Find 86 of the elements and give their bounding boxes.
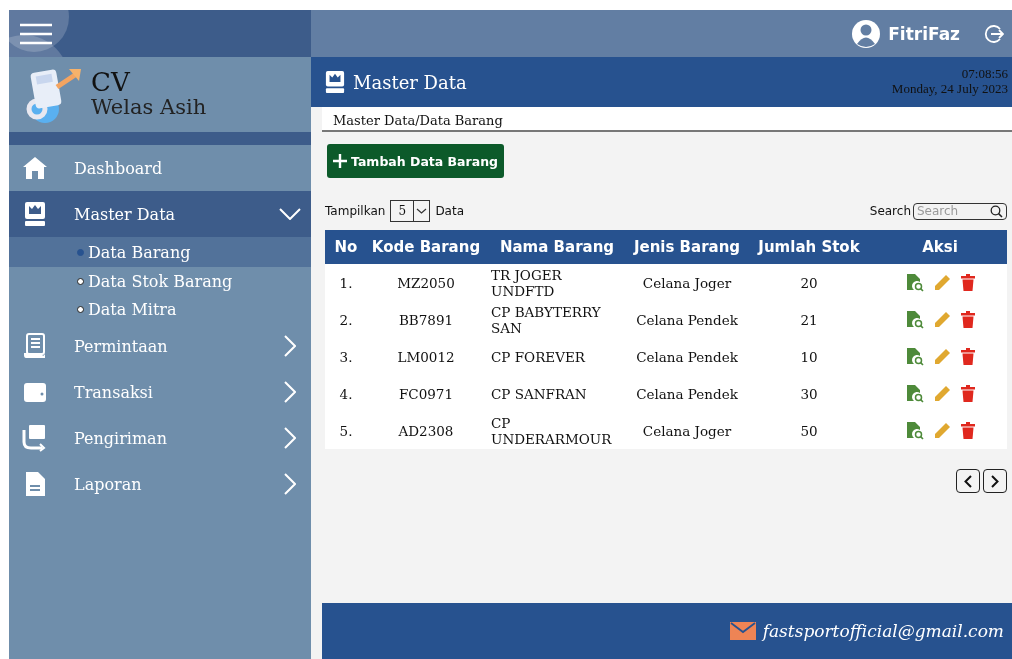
plus-icon xyxy=(333,154,347,168)
brand-title: CV xyxy=(91,68,132,95)
page-title: Master Data xyxy=(353,71,468,93)
crown-drive-icon xyxy=(24,201,46,227)
table-cell: BB7891 xyxy=(367,301,485,338)
pencil-icon[interactable] xyxy=(933,311,951,328)
table-cell: Celana Joger xyxy=(629,264,745,301)
box-hand-icon xyxy=(22,424,48,452)
table-cell: MZ2050 xyxy=(367,264,485,301)
breadcrumb: Master Data/Data Barang xyxy=(333,113,503,128)
trash-icon[interactable] xyxy=(960,274,975,291)
menu-icon[interactable] xyxy=(19,22,53,45)
pencil-icon[interactable] xyxy=(933,348,951,365)
table-cell: 3. xyxy=(325,338,367,375)
sidebar-item[interactable]: Pengiriman xyxy=(9,415,311,461)
view-document-icon[interactable] xyxy=(905,310,924,329)
previous-page-button[interactable] xyxy=(956,469,980,493)
sidebar-item[interactable]: Permintaan xyxy=(9,323,311,369)
trash-icon[interactable] xyxy=(960,348,975,365)
table-cell: Celana Joger xyxy=(629,412,745,449)
page-size-select[interactable]: 5 xyxy=(390,200,431,222)
chevron-right-icon xyxy=(991,474,999,488)
table-cell: 1. xyxy=(325,264,367,301)
column-header: Nama Barang xyxy=(485,230,629,264)
show-label: Tampilkan xyxy=(325,204,386,218)
sidebar-subitem[interactable]: Data Stok Barang xyxy=(9,267,311,295)
chevron-left-icon xyxy=(964,474,972,488)
trash-icon[interactable] xyxy=(960,385,975,402)
table-cell: LM0012 xyxy=(367,338,485,375)
current-date: Monday, 24 July 2023 xyxy=(891,82,1008,97)
home-icon xyxy=(22,156,48,180)
sidebar-subitem[interactable]: Data Barang xyxy=(9,237,311,267)
view-document-icon[interactable] xyxy=(905,273,924,292)
search-icon xyxy=(990,204,1003,218)
table-cell: 50 xyxy=(745,412,873,449)
column-header: Aksi xyxy=(873,230,1007,264)
table-cell: 30 xyxy=(745,375,873,412)
table-cell: TR JOGER UNDFTD xyxy=(485,264,629,301)
table-cell: 2. xyxy=(325,301,367,338)
pencil-icon[interactable] xyxy=(933,274,951,291)
table-cell: Celana Pendek xyxy=(629,338,745,375)
table-cell: Celana Pendek xyxy=(629,301,745,338)
avatar-icon[interactable] xyxy=(851,18,882,49)
table-cell: 21 xyxy=(745,301,873,338)
sidebar-item[interactable]: Laporan xyxy=(9,461,311,507)
column-header: Jenis Barang xyxy=(629,230,745,264)
sidebar-item[interactable]: Master Data xyxy=(9,191,311,237)
table-cell: 10 xyxy=(745,338,873,375)
view-document-icon[interactable] xyxy=(905,347,924,366)
table-cell: CP FOREVER xyxy=(485,338,629,375)
column-header: No xyxy=(325,230,367,264)
add-item-button[interactable]: Tambah Data Barang xyxy=(327,144,504,178)
column-header: Kode Barang xyxy=(367,230,485,264)
mail-icon xyxy=(729,622,756,640)
pencil-icon[interactable] xyxy=(933,385,951,402)
pencil-icon[interactable] xyxy=(933,422,951,439)
table-cell: CP UNDERARMOUR xyxy=(485,412,629,449)
next-page-button[interactable] xyxy=(983,469,1007,493)
sidebar-subitem[interactable]: Data Mitra xyxy=(9,295,311,323)
receipt-icon xyxy=(23,333,47,359)
user-name[interactable]: FitriFaz xyxy=(888,23,960,44)
table-cell: 20 xyxy=(745,264,873,301)
brand-name: Welas Asih xyxy=(91,94,207,121)
crown-drive-icon xyxy=(325,69,345,95)
trash-icon[interactable] xyxy=(960,422,975,439)
show-suffix: Data xyxy=(435,204,465,218)
view-document-icon[interactable] xyxy=(905,384,924,403)
search-field[interactable]: Search xyxy=(913,202,1007,220)
view-document-icon[interactable] xyxy=(905,421,924,440)
clock-time: 07:08:56 xyxy=(960,67,1008,82)
search-label: Search xyxy=(869,204,911,218)
sidebar-item[interactable]: Dashboard xyxy=(9,145,311,191)
table-cell: 4. xyxy=(325,375,367,412)
sidebar-item[interactable]: Transaksi xyxy=(9,369,311,415)
table-cell: FC0971 xyxy=(367,375,485,412)
logout-icon[interactable] xyxy=(984,23,1004,44)
table-cell: CP SANFRAN xyxy=(485,375,629,412)
trash-icon[interactable] xyxy=(960,311,975,328)
table-cell: 5. xyxy=(325,412,367,449)
table-cell: Celana Pendek xyxy=(629,375,745,412)
table-cell: AD2308 xyxy=(367,412,485,449)
wallet-icon xyxy=(23,381,47,403)
document-icon xyxy=(24,471,46,497)
table-cell: CP BABYTERRY SAN xyxy=(485,301,629,338)
column-header: Jumlah Stok xyxy=(745,230,873,264)
contact-email: fastsportofficial@gmail.com xyxy=(762,621,1004,641)
